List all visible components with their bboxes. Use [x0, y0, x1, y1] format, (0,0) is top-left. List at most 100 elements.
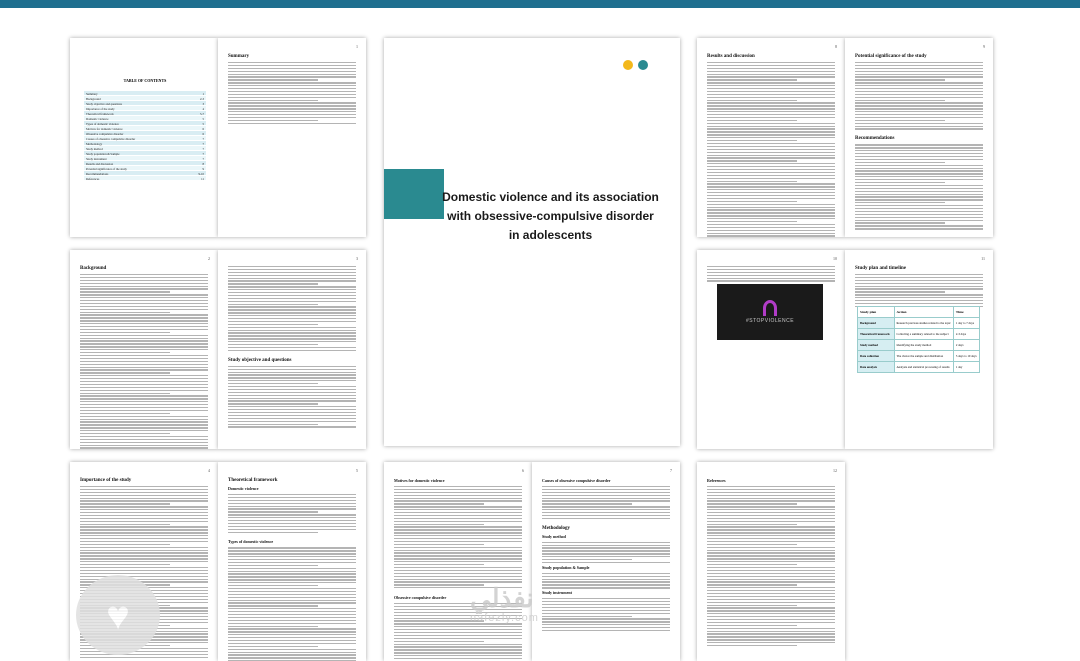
- text-line: [80, 302, 208, 305]
- text-line: [228, 283, 318, 285]
- text-line: [707, 200, 797, 203]
- text-line: [228, 634, 356, 636]
- table-row: Study method Identifying the study method…: [857, 339, 980, 351]
- text-line: [707, 569, 835, 572]
- text-line: [542, 575, 670, 577]
- text-line: [228, 547, 356, 549]
- text-line: [855, 207, 983, 210]
- text-line: [542, 629, 670, 632]
- text-line: [394, 497, 522, 499]
- text-line: [80, 549, 208, 551]
- cover-page: Domestic violence and its association wi…: [384, 38, 680, 446]
- favorite-heart-icon[interactable]: ♥: [76, 575, 160, 655]
- text-line: [80, 308, 208, 310]
- text-line: [855, 76, 983, 78]
- text-line: [228, 582, 356, 584]
- text-line: [394, 649, 522, 651]
- text-line: [707, 624, 797, 627]
- cover-title: Domestic violence and its association wi…: [442, 190, 659, 242]
- table-cell: The choice the sample and distribution: [893, 350, 954, 362]
- text-line: [542, 509, 670, 511]
- toc-label: Study population & Sample: [86, 151, 120, 156]
- text-line: [855, 108, 983, 110]
- text-line: [707, 142, 835, 145]
- text-line: [228, 346, 356, 349]
- text-line: [707, 595, 835, 598]
- text-line: [80, 406, 208, 409]
- text-line: [80, 389, 208, 391]
- text-line: [394, 486, 522, 488]
- text-line: [228, 642, 356, 645]
- text-line: [80, 294, 208, 296]
- text-line: [80, 509, 208, 511]
- text-line: [707, 514, 835, 517]
- text-line: [228, 619, 356, 622]
- section-heading: Potential significance of the study: [855, 54, 927, 59]
- text-line: [228, 426, 356, 428]
- text-line: [707, 168, 835, 171]
- text-line: [707, 145, 835, 148]
- text-line: [80, 447, 208, 449]
- text-line: [80, 378, 208, 380]
- text-line: [80, 514, 208, 517]
- table-cell: 1 day to 7 days: [952, 317, 980, 329]
- text-line: [855, 99, 945, 101]
- text-line: [394, 558, 522, 560]
- table-cell: Theoretical framework: [857, 328, 895, 340]
- table-row: Background Research previous studies rela…: [857, 317, 980, 329]
- text-line: [855, 228, 983, 230]
- text-line: [707, 546, 835, 548]
- text-line: [80, 444, 208, 446]
- text-line: [542, 541, 670, 543]
- text-line: [394, 566, 522, 569]
- text-line: [394, 575, 522, 577]
- toc-label: Summary: [86, 91, 98, 96]
- text-line: [855, 93, 983, 96]
- text-line: [228, 394, 356, 396]
- text-line: [707, 616, 835, 618]
- text-line: [707, 523, 797, 525]
- text-line: [228, 332, 356, 334]
- text-line: [228, 344, 318, 346]
- text-line: [707, 229, 835, 231]
- text-line: [707, 206, 835, 208]
- text-line: [228, 306, 356, 308]
- text-line: [855, 164, 983, 166]
- text-line: [707, 491, 835, 494]
- text-line: [228, 570, 356, 572]
- text-line: [855, 73, 983, 75]
- toc-label: References: [86, 176, 100, 181]
- text-line: [228, 522, 356, 525]
- text-line: [707, 618, 835, 621]
- table-header: Action: [893, 306, 954, 318]
- text-line: [394, 538, 522, 540]
- text-line: [394, 546, 522, 548]
- text-line: [855, 193, 983, 195]
- page-number: 8: [835, 44, 837, 49]
- text-line: [855, 282, 983, 284]
- text-line: [228, 616, 356, 619]
- text-line: [228, 116, 356, 119]
- text-line: [80, 538, 208, 540]
- text-line: [228, 338, 356, 340]
- text-line: [707, 598, 835, 601]
- text-line: [707, 642, 835, 644]
- text-line: [542, 584, 670, 586]
- significance-page: 9 Potential significance of the study Re…: [845, 38, 993, 237]
- text-line: [228, 559, 356, 561]
- text-line: [228, 585, 318, 587]
- text-line: [707, 587, 835, 589]
- text-line: [80, 540, 208, 543]
- text-line: [542, 581, 670, 583]
- text-line: [80, 331, 170, 334]
- text-line: [707, 581, 835, 583]
- text-line: [707, 88, 835, 90]
- text-line: [80, 395, 208, 397]
- text-line: [707, 163, 835, 165]
- text-line: [855, 102, 983, 104]
- table-row: Data collection The choice the sample and…: [857, 350, 980, 362]
- text-line: [228, 496, 356, 499]
- text-line: [80, 523, 170, 525]
- text-line: [80, 441, 208, 443]
- text-line: [855, 190, 983, 192]
